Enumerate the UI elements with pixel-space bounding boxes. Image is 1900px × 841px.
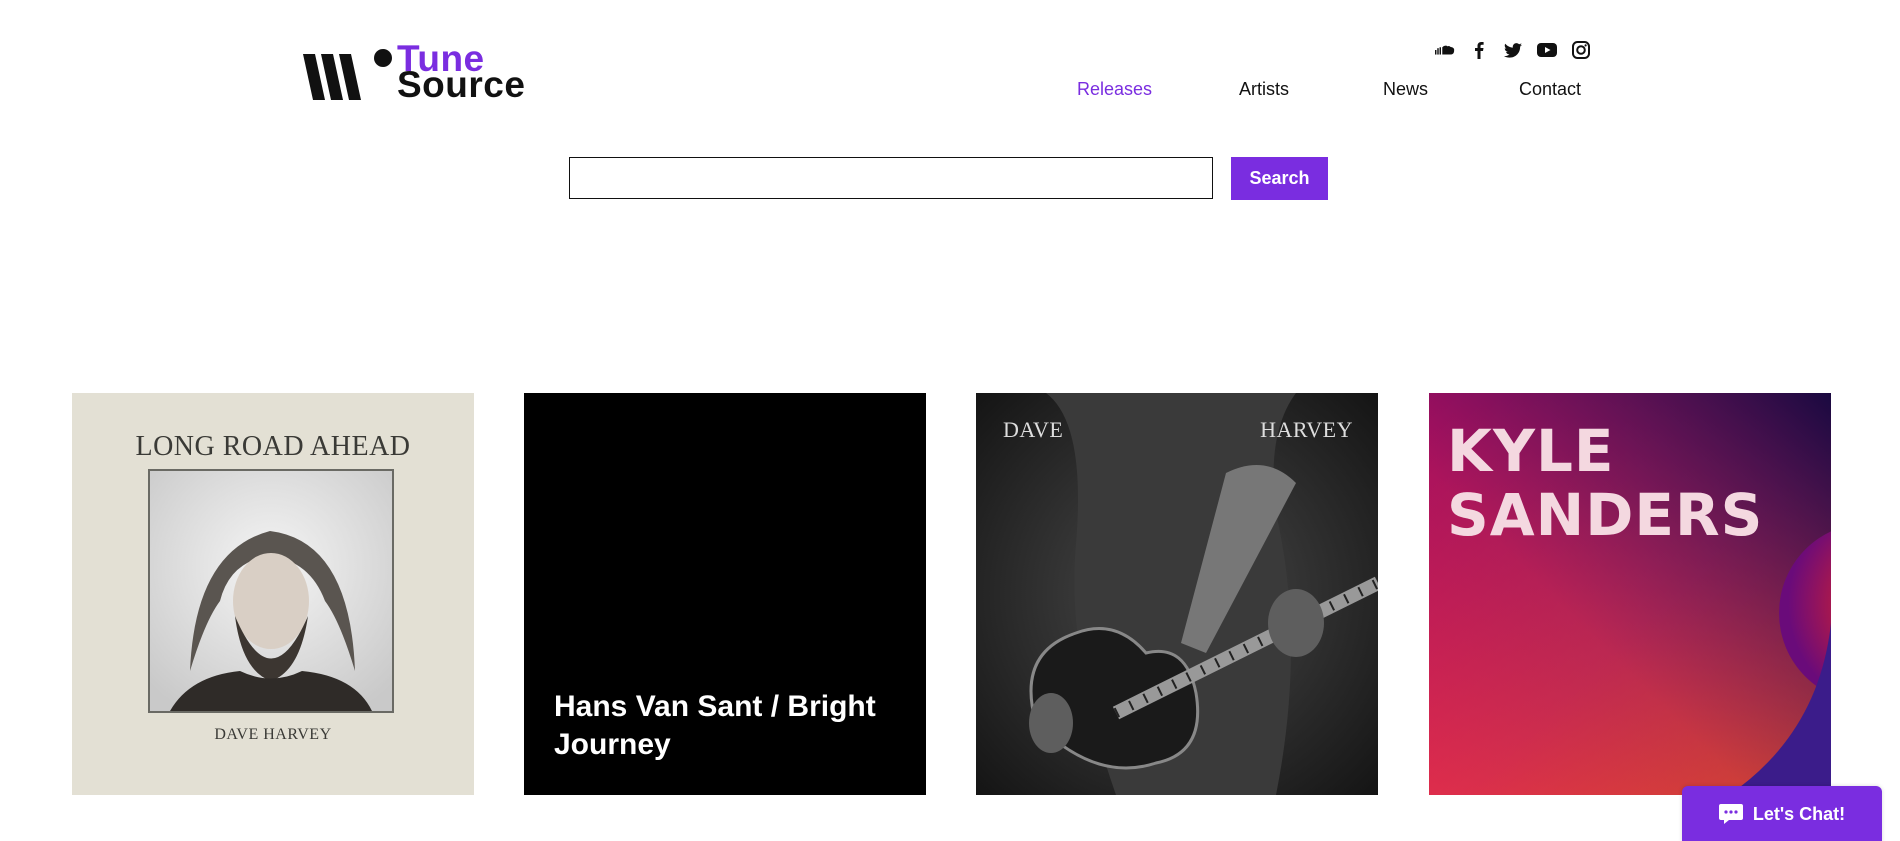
soundcloud-icon[interactable] — [1435, 40, 1455, 60]
guitarist-image — [976, 393, 1378, 795]
chat-label: Let's Chat! — [1752, 803, 1846, 824]
instagram-icon[interactable] — [1571, 40, 1591, 60]
social-links — [1435, 40, 1591, 60]
search-button[interactable]: Search — [1231, 157, 1328, 200]
chat-bubble-icon — [1718, 804, 1743, 824]
facebook-icon[interactable] — [1469, 40, 1489, 60]
release-card-dave-harvey[interactable]: DAVE HARVEY — [976, 393, 1378, 795]
release-artist-first: DAVE — [1003, 417, 1064, 442]
release-artist-title: KYLE SANDERS — [1447, 419, 1763, 547]
search-input[interactable] — [569, 157, 1213, 199]
chat-button[interactable]: Let's Chat! — [1682, 786, 1882, 841]
nav-item-releases[interactable]: Releases — [1077, 79, 1152, 100]
release-title: LONG ROAD AHEAD — [135, 431, 411, 462]
release-artist-last: HARVEY — [1260, 417, 1353, 442]
logo-source: Source — [397, 64, 526, 105]
tunesource-logo[interactable]: Tune Source — [303, 40, 563, 103]
youtube-icon[interactable] — [1537, 40, 1557, 60]
artist-portrait-image — [148, 469, 394, 713]
nav-item-artists[interactable]: Artists — [1239, 79, 1289, 100]
logo-mark-icon — [303, 49, 392, 100]
release-title: Hans Van Sant / Bright Journey — [554, 690, 876, 761]
nav-item-contact[interactable]: Contact — [1519, 79, 1581, 100]
release-card-bright-journey[interactable]: Hans Van Sant / Bright Journey — [524, 393, 926, 795]
release-card-long-road-ahead[interactable]: LONG ROAD AHEAD DAVE HARVEY — [72, 393, 474, 795]
twitter-icon[interactable] — [1503, 40, 1523, 60]
logo-text: Tune Source — [397, 40, 525, 103]
nav-item-news[interactable]: News — [1383, 79, 1428, 100]
release-artist: DAVE HARVEY — [214, 726, 332, 743]
release-artist-title-line1: KYLE — [1447, 417, 1615, 485]
release-artist-title-line2: SANDERS — [1447, 481, 1764, 549]
page: Tune Source Releases Artists News Contac… — [0, 0, 1900, 841]
release-card-kyle-sanders[interactable]: KYLE SANDERS — [1429, 393, 1831, 795]
